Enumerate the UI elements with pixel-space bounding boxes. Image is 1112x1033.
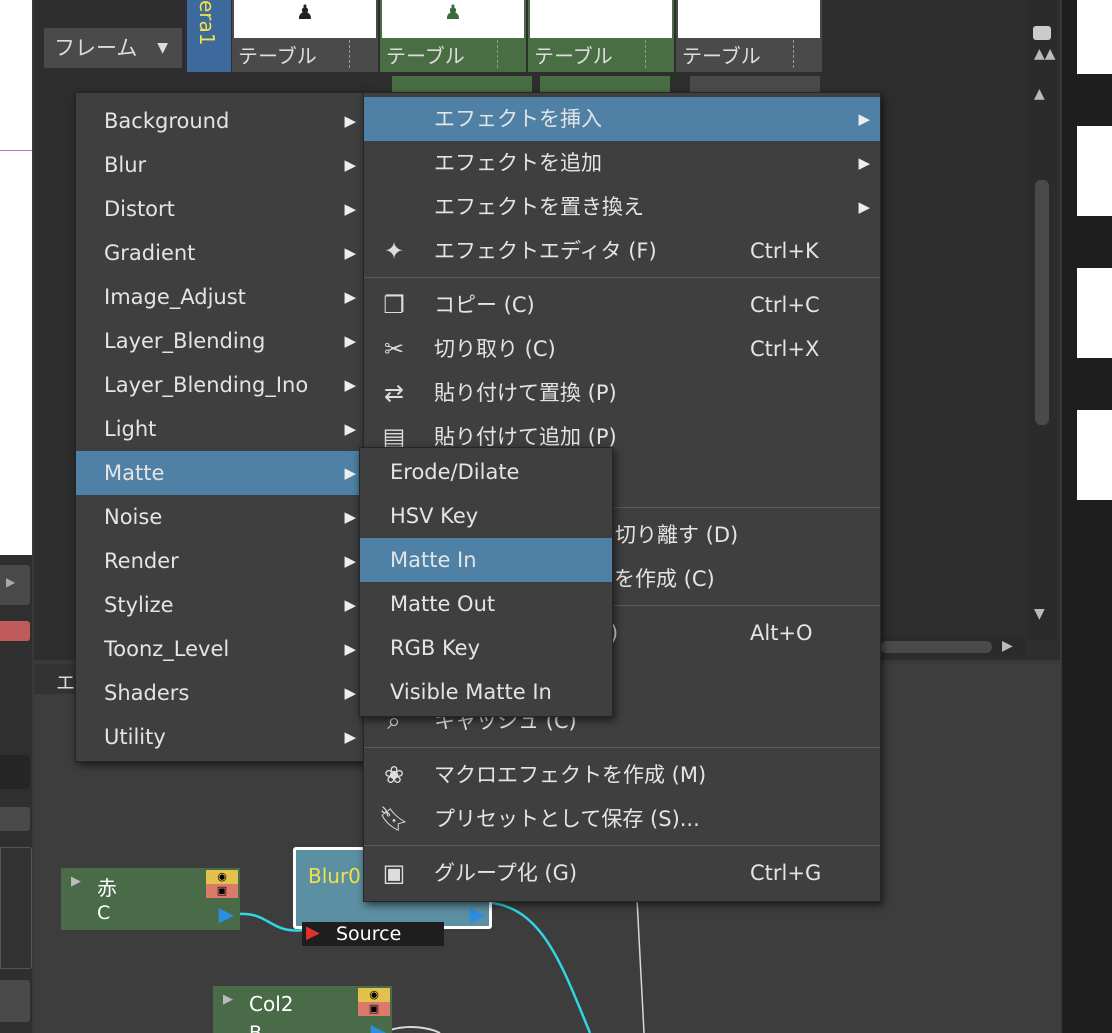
chevron-right-icon: ▶: [344, 640, 356, 658]
submenu-item-rgb-key[interactable]: RGB Key: [360, 626, 612, 670]
chevron-right-icon: ▶: [344, 288, 356, 306]
category-item-stylize[interactable]: Stylize ▶: [76, 583, 366, 627]
chevron-right-icon: ▶: [858, 198, 870, 216]
chevron-right-icon: ▶: [344, 420, 356, 438]
source-port[interactable]: ▶ Source: [302, 922, 444, 946]
category-item-layer-blending[interactable]: Layer_Blending ▶: [76, 319, 366, 363]
menu-item-group[interactable]: ▣ グループ化 (G) Ctrl+G: [364, 851, 880, 895]
macro-icon: ❀: [383, 761, 405, 789]
chevron-right-icon: ▶: [344, 156, 356, 174]
category-item-blur[interactable]: Blur ▶: [76, 143, 366, 187]
node-col2[interactable]: ▶ Col2 B ◉ ▣ ▶: [213, 986, 392, 1033]
menu-item-paste-replace[interactable]: ⇄ 貼り付けて置換 (P): [364, 371, 880, 415]
chevron-right-icon: ▶: [344, 200, 356, 218]
output-port-icon[interactable]: ▶: [219, 902, 234, 926]
chevron-right-icon: ▶: [344, 376, 356, 394]
chevron-right-icon: ▶: [858, 110, 870, 128]
menu-item-insert-fx[interactable]: エフェクトを挿入 ▶: [364, 97, 880, 141]
bookmark-icon: 🔖︎: [378, 805, 410, 833]
menu-item-copy[interactable]: ❐ コピー (C) Ctrl+C: [364, 283, 880, 327]
menu-item-save-preset[interactable]: 🔖︎ プリセットとして保存 (S)...: [364, 797, 880, 841]
category-item-distort[interactable]: Distort ▶: [76, 187, 366, 231]
render-toggle-icon[interactable]: ▣: [358, 1002, 390, 1016]
chevron-right-icon: ▶: [344, 508, 356, 526]
submenu-item-hsv-key[interactable]: HSV Key: [360, 494, 612, 538]
category-item-matte[interactable]: Matte ▶: [76, 451, 366, 495]
category-item-render[interactable]: Render ▶: [76, 539, 366, 583]
menu-item-macro[interactable]: ❀ マクロエフェクトを作成 (M): [364, 753, 880, 797]
category-item-light[interactable]: Light ▶: [76, 407, 366, 451]
submenu-item-matte-in[interactable]: Matte In: [360, 538, 612, 582]
category-item-shaders[interactable]: Shaders ▶: [76, 671, 366, 715]
chevron-right-icon: ▶: [344, 552, 356, 570]
chevron-right-icon: ▶: [344, 112, 356, 130]
group-icon: ▣: [382, 859, 406, 887]
copy-icon: ❐: [383, 291, 405, 319]
menu-item-replace-fx[interactable]: エフェクトを置き換え ▶: [364, 185, 880, 229]
category-item-utility[interactable]: Utility ▶: [76, 715, 366, 759]
category-item-toonz-level[interactable]: Toonz_Level ▶: [76, 627, 366, 671]
eye-icon[interactable]: ◉: [358, 988, 390, 1002]
chevron-right-icon: ▶: [344, 464, 356, 482]
submenu-item-visible-matte-in[interactable]: Visible Matte In: [360, 670, 612, 714]
render-toggle-icon[interactable]: ▣: [206, 884, 238, 898]
submenu-item-matte-out[interactable]: Matte Out: [360, 582, 612, 626]
node-red-color[interactable]: ▶ 赤 C ◉ ▣ ▶: [61, 868, 240, 930]
chevron-right-icon: ▶: [344, 244, 356, 262]
category-item-image-adjust[interactable]: Image_Adjust ▶: [76, 275, 366, 319]
eye-icon[interactable]: ◉: [206, 870, 238, 884]
matte-submenu: Erode/Dilate HSV Key Matte In Matte Out …: [359, 447, 613, 717]
chevron-right-icon: ▶: [858, 154, 870, 172]
category-item-noise[interactable]: Noise ▶: [76, 495, 366, 539]
menu-item-cut[interactable]: ✂ 切り取り (C) Ctrl+X: [364, 327, 880, 371]
paste-replace-icon: ⇄: [383, 379, 405, 407]
category-item-background[interactable]: Background ▶: [76, 99, 366, 143]
input-port-icon: ▶: [306, 922, 320, 943]
category-item-layer-blending-ino[interactable]: Layer_Blending_Ino ▶: [76, 363, 366, 407]
scissors-icon: ✂: [383, 335, 405, 363]
menu-item-add-fx[interactable]: エフェクトを追加 ▶: [364, 141, 880, 185]
sparkle-icon: ✦: [383, 237, 405, 265]
menu-item-fx-editor[interactable]: ✦ エフェクトエディタ (F) Ctrl+K: [364, 229, 880, 273]
submenu-item-erode-dilate[interactable]: Erode/Dilate: [360, 450, 612, 494]
effect-category-menu: Background ▶ Blur ▶ Distort ▶ Gradient ▶ Image_A…: [75, 92, 367, 762]
chevron-right-icon: ▶: [344, 684, 356, 702]
chevron-right-icon: ▶: [344, 728, 356, 746]
chevron-right-icon: ▶: [344, 596, 356, 614]
output-port-icon[interactable]: ▶: [470, 902, 485, 926]
chevron-right-icon: ▶: [344, 332, 356, 350]
output-port-icon[interactable]: ▶: [371, 1019, 386, 1033]
category-item-gradient[interactable]: Gradient ▶: [76, 231, 366, 275]
